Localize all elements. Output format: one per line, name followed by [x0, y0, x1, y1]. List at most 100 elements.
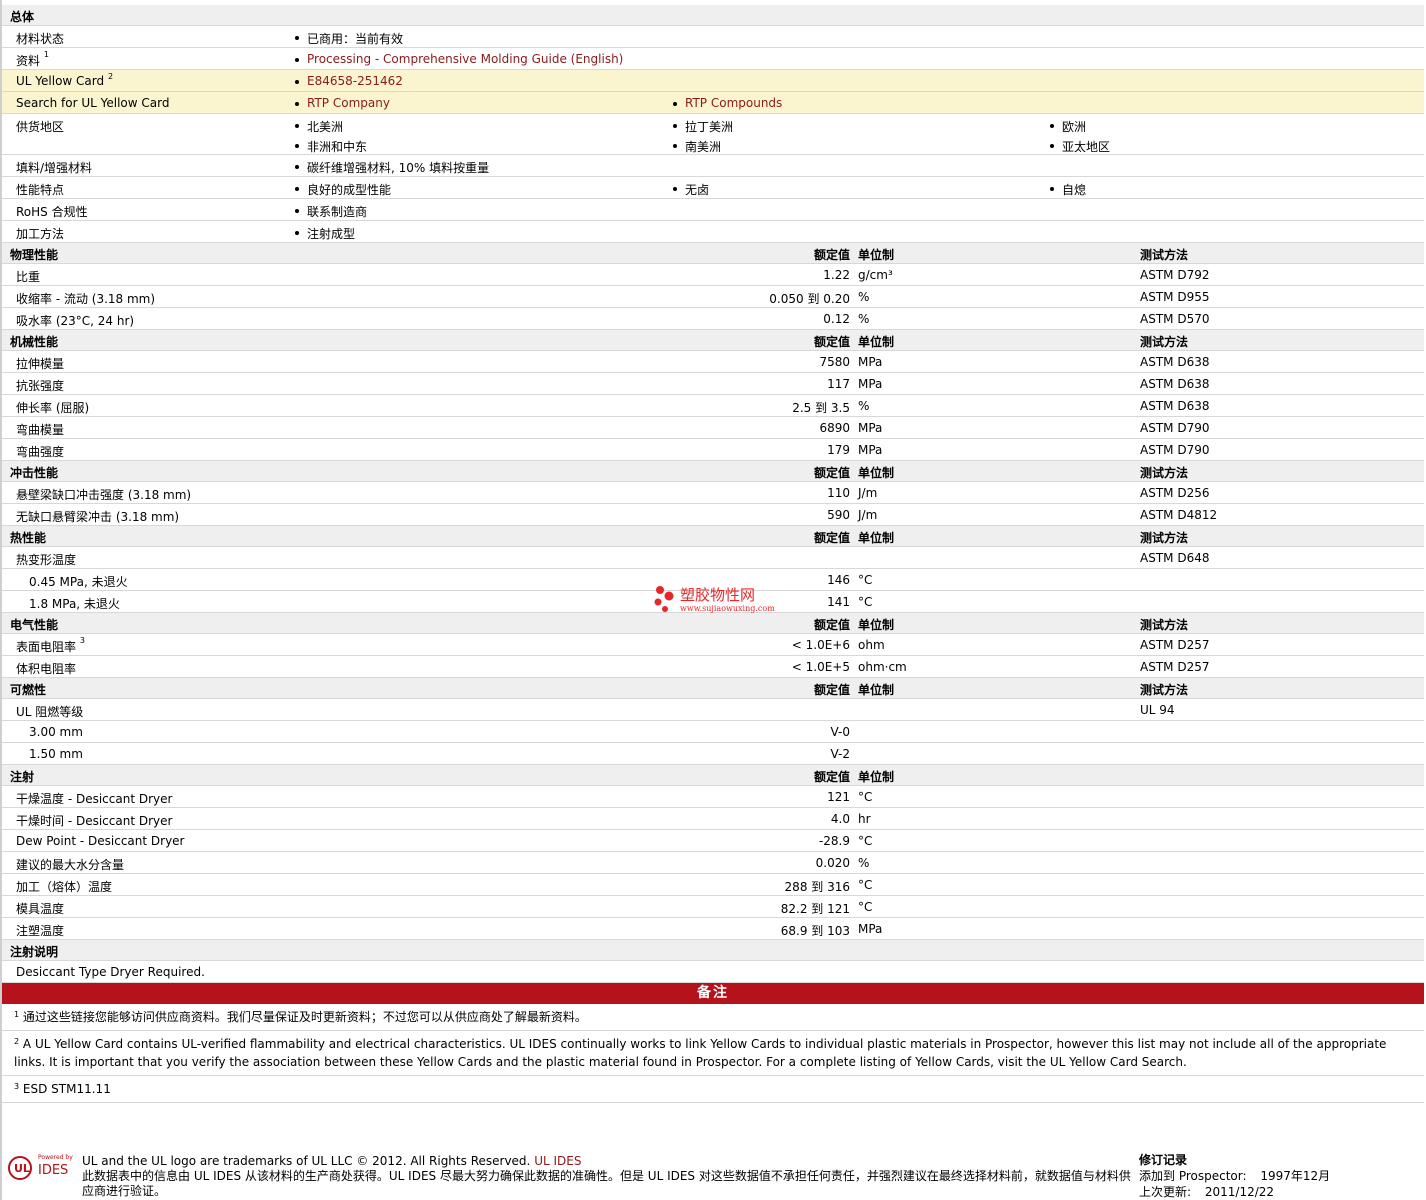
- row-unit: MPa: [858, 355, 883, 369]
- row-value: 7580: [819, 355, 850, 369]
- footnote-number: 1: [14, 1010, 20, 1019]
- yellow-card-link[interactable]: E84658-251462: [293, 74, 403, 88]
- injection-note-row: Desiccant Type Dryer Required.: [2, 961, 1424, 983]
- revision-added: 添加到 Prospector: 1997年12月: [1139, 1168, 1330, 1184]
- row-test: ASTM D4812: [1140, 508, 1218, 522]
- row-unit: °C: [858, 878, 873, 892]
- row-label: 建议的最大水分含量: [16, 858, 125, 872]
- row-label: 加工（熔体）温度: [16, 880, 113, 894]
- nominal-header: 额定值: [813, 248, 850, 262]
- processing-guide-link[interactable]: Processing - Comprehensive Molding Guide…: [293, 52, 623, 66]
- row-unit: %: [858, 856, 870, 870]
- row-label: RoHS 合规性: [16, 205, 88, 219]
- row-unit: g/cm³: [858, 268, 893, 282]
- label-text: UL Yellow Card: [16, 74, 105, 88]
- region-item: 拉丁美洲: [671, 118, 733, 135]
- row-unit: %: [858, 290, 870, 304]
- row-test: ASTM D792: [1140, 268, 1210, 282]
- revision-updated-value: 2011/12/22: [1204, 1185, 1275, 1199]
- row-test: ASTM D257: [1140, 638, 1210, 652]
- row-search-yellow-card: Search for UL Yellow Card RTP Company RT…: [2, 92, 1424, 114]
- section-title: 机械性能: [10, 335, 59, 349]
- row-unit: °C: [858, 573, 873, 587]
- feature-item: 自熄: [1048, 181, 1086, 198]
- row-unit: ohm: [858, 638, 885, 652]
- section-title: 注射说明: [10, 945, 59, 959]
- row-test: ASTM D648: [1140, 551, 1210, 565]
- row-label: 悬壁梁缺口冲击强度 (3.18 mm): [16, 488, 192, 502]
- unit-header: 单位制: [858, 466, 895, 480]
- row-value: 4.0: [830, 812, 850, 826]
- footnote-text: 通过这些链接您能够访问供应商资料。我们尽量保证及时更新资料；不过您可以从供应商处…: [22, 1010, 587, 1024]
- row-value: < 1.0E+6: [791, 638, 850, 652]
- watermark-text: 塑胶物性网: [680, 586, 756, 604]
- row-process-method: 加工方法 注射成型: [2, 221, 1424, 243]
- row-unit: °C: [858, 595, 873, 609]
- row-unit: J/m: [858, 486, 878, 500]
- row-value: 注射成型: [293, 225, 355, 242]
- row-label: UL Yellow Card 2: [16, 72, 114, 88]
- data-row: 热变形温度 ASTM D648: [2, 547, 1424, 569]
- ul-ides-logo: Powered by UL IDES: [8, 1154, 78, 1184]
- data-row: 体积电阻率 < 1.0E+5 ohm·cm ASTM D257: [2, 656, 1424, 678]
- section-general: 总体: [2, 5, 1424, 26]
- row-value: 121: [827, 790, 850, 804]
- footnote-number: 3: [14, 1082, 20, 1091]
- data-row: 加工（熔体）温度 288 到 316 °C: [2, 874, 1424, 896]
- row-unit: MPa: [858, 377, 883, 391]
- nominal-header: 额定值: [813, 335, 850, 349]
- footnote-ref: 2: [107, 72, 114, 81]
- watermark-dots-icon: [654, 586, 674, 612]
- region-item: 亚太地区: [1048, 138, 1110, 155]
- row-unit: °C: [858, 790, 873, 804]
- footnote-ref: 3: [79, 636, 85, 645]
- row-label: 供货地区: [16, 120, 65, 134]
- rtp-compounds-link[interactable]: RTP Compounds: [671, 96, 782, 110]
- ul-ides-link[interactable]: UL IDES: [534, 1154, 581, 1168]
- section-thermal: 热性能 额定值 单位制 测试方法: [2, 526, 1424, 547]
- data-row: 1.50 mm V-2: [2, 743, 1424, 765]
- row-label: 无缺口悬臂梁冲击 (3.18 mm): [16, 510, 180, 524]
- row-unit: MPa: [858, 443, 883, 457]
- data-row: 干燥温度 - Desiccant Dryer 121 °C: [2, 786, 1424, 808]
- footnote-number: 2: [14, 1037, 20, 1046]
- row-rohs: RoHS 合规性 联系制造商: [2, 199, 1424, 221]
- data-row: 收缩率 - 流动 (3.18 mm) 0.050 到 0.20 % ASTM D…: [2, 286, 1424, 308]
- feature-item: 无卤: [671, 181, 709, 198]
- row-label: 弯曲模量: [16, 423, 65, 437]
- footnote-ref: 1: [43, 50, 49, 59]
- test-header: 测试方法: [1140, 335, 1189, 349]
- section-title: 可燃性: [10, 683, 47, 697]
- row-value: 590: [827, 508, 850, 522]
- data-row: 干燥时间 - Desiccant Dryer 4.0 hr: [2, 808, 1424, 830]
- row-label: 体积电阻率: [16, 662, 77, 676]
- footer: Powered by UL IDES UL and the UL logo ar…: [2, 1150, 1424, 1200]
- data-row: 伸长率 (屈服) 2.5 到 3.5 % ASTM D638: [2, 395, 1424, 417]
- row-unit: MPa: [858, 922, 883, 936]
- footnote-text: ESD STM11.11: [22, 1082, 111, 1096]
- row-label: 热变形温度: [16, 553, 77, 567]
- row-label: 模具温度: [16, 902, 65, 916]
- revision-added-label: 添加到 Prospector:: [1139, 1169, 1247, 1183]
- label-text: 表面电阻率: [16, 640, 77, 654]
- row-unit: °C: [858, 900, 873, 914]
- watermark-url: www.sujiaowuxing.com: [680, 604, 775, 613]
- revision-updated: 上次更新: 2011/12/22: [1139, 1184, 1330, 1200]
- row-label: 伸长率 (屈服): [16, 401, 90, 415]
- row-value: 288 到 316: [784, 880, 850, 894]
- unit-header: 单位制: [858, 335, 895, 349]
- rtp-company-link[interactable]: RTP Company: [293, 96, 390, 110]
- test-header: 测试方法: [1140, 683, 1189, 697]
- row-test: ASTM D955: [1140, 290, 1210, 304]
- row-label: 0.45 MPa, 未退火: [29, 575, 128, 589]
- data-row: 表面电阻率 3 < 1.0E+6 ohm ASTM D257: [2, 634, 1424, 656]
- nominal-header: 额定值: [813, 770, 850, 784]
- row-documents: 资料 1 Processing - Comprehensive Molding …: [2, 48, 1424, 70]
- nominal-header: 额定值: [813, 618, 850, 632]
- row-unit: hr: [858, 812, 871, 826]
- data-row: 吸水率 (23°C, 24 hr) 0.12 % ASTM D570: [2, 308, 1424, 330]
- row-material-status: 材料状态 已商用：当前有效: [2, 26, 1424, 48]
- row-label: 收缩率 - 流动 (3.18 mm): [16, 292, 156, 306]
- nominal-header: 额定值: [813, 683, 850, 697]
- row-unit: MPa: [858, 421, 883, 435]
